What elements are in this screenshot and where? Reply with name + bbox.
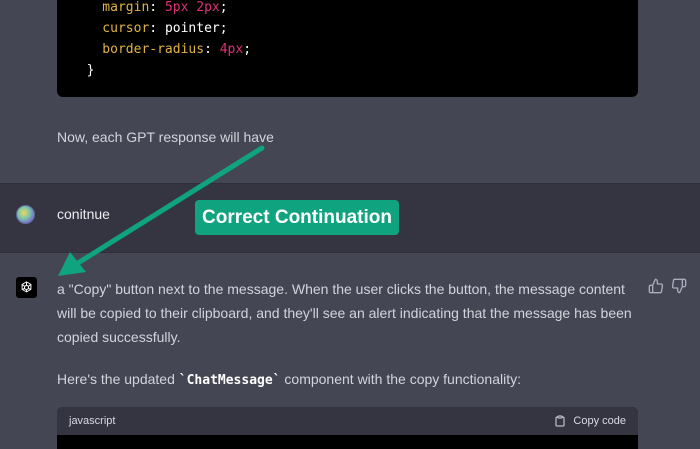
code-token: : (149, 0, 165, 15)
annotation-arrow-head (58, 252, 86, 276)
code-line: cursor: pointer; (71, 18, 638, 39)
code-token: 4px (219, 42, 244, 57)
clipboard-icon (555, 415, 565, 427)
previous-message-text: Now, each GPT response will have (57, 129, 274, 145)
copy-code-button[interactable]: Copy code (554, 414, 626, 428)
code-token: margin (71, 0, 150, 15)
code-line: border-radius: 4px; (71, 39, 638, 60)
copy-code-label: Copy code (573, 415, 626, 427)
code-token: : (149, 21, 165, 36)
openai-logo-icon (16, 277, 37, 298)
code-token: border-radius (71, 42, 205, 57)
annotation-label: Correct Continuation (195, 200, 399, 235)
code-block-header: javascript Copy code (57, 407, 638, 435)
assistant-answer-text: a "Copy" button next to the message. Whe… (57, 281, 632, 345)
code-line: } (71, 60, 638, 81)
code-token: : (204, 42, 220, 57)
assistant-message-previous: margin: 5px 2px; cursor: pointer; border… (0, 0, 700, 183)
code-token: 5px 2px (164, 0, 220, 15)
chat-page: margin: 5px 2px; cursor: pointer; border… (0, 0, 700, 449)
inline-code-chatmessage: `ChatMessage` (178, 373, 281, 388)
code-token: cursor (71, 21, 150, 36)
user-avatar (16, 205, 35, 224)
code-language-label: javascript (69, 415, 116, 427)
code-token: ; (219, 0, 228, 15)
code-token: } (71, 63, 95, 78)
intro-after: component with the copy functionality: (280, 371, 521, 387)
code-block-javascript: javascript Copy code (57, 407, 638, 449)
code-block-previous: margin: 5px 2px; cursor: pointer; border… (57, 0, 638, 97)
code-token: ; (219, 21, 228, 36)
intro-before: Here's the updated (57, 371, 179, 387)
user-message-text: conitnue (57, 206, 110, 222)
code-token: pointer (164, 21, 220, 36)
code-line: margin: 5px 2px; (71, 0, 638, 18)
code-token: ; (243, 42, 252, 57)
thumbs-up-icon[interactable] (648, 278, 664, 294)
thumbs-down-icon[interactable] (671, 278, 687, 294)
assistant-intro-text: Here's the updated `ChatMessage` compone… (57, 369, 521, 391)
